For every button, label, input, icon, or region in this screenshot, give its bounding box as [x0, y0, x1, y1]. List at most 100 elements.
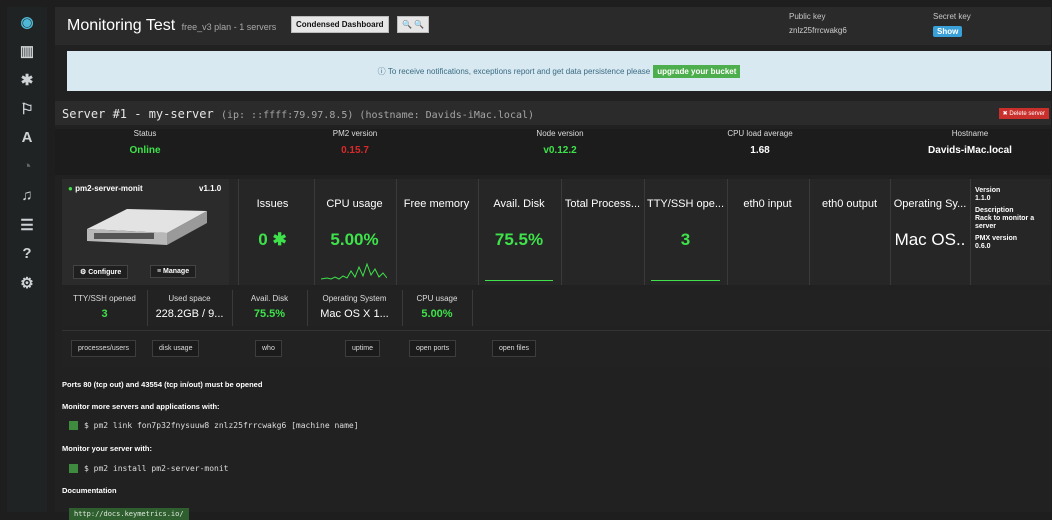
module-box: ● pm2-server-monit v1.1.0 ⚙ Configure ≡ …: [62, 179, 229, 285]
stat-value: 0.15.7: [341, 145, 369, 156]
sidebar: ◉ ▥ ✱ ⚐ A ◔ ♫ ☰ ? ⚙: [7, 7, 47, 512]
secret-key-label: Secret key: [933, 12, 971, 21]
public-key-label: Public key: [789, 12, 826, 21]
metric-avail-disk: Avail. Disk 75.5%: [232, 290, 308, 326]
docs-link[interactable]: http://docs.keymetrics.io/: [69, 508, 189, 520]
list-icon[interactable]: ☰: [7, 210, 47, 239]
module-panel: ● pm2-server-monit v1.1.0 ⚙ Configure ≡ …: [62, 179, 1051, 285]
stat-value: v0.12.2: [543, 145, 577, 156]
manage-label: Manage: [163, 268, 190, 275]
stat-label: Status: [133, 129, 157, 138]
notification-text: To receive notifications, exceptions rep…: [387, 66, 651, 76]
metric-card-avail-disk[interactable]: Avail. Disk 75.5%: [478, 179, 559, 285]
configure-label: Configure: [88, 269, 122, 276]
manage-button[interactable]: ≡ Manage: [150, 265, 197, 278]
metric-card-tty[interactable]: TTY/SSH ope... 3: [644, 179, 726, 285]
card-value: Mac OS..: [894, 230, 966, 249]
who-button[interactable]: who: [255, 340, 282, 357]
copy-icon[interactable]: [69, 421, 78, 430]
metric-value: Mac OS X 1...: [320, 308, 389, 320]
bar-chart-icon[interactable]: ▥: [7, 36, 47, 65]
open-ports-button[interactable]: open ports: [409, 340, 457, 357]
actions-row: processes/users disk usage who uptime op…: [62, 330, 1051, 367]
show-secret-button[interactable]: Show: [933, 26, 963, 37]
metric-label: Operating System: [322, 294, 387, 303]
stat-value: 1.68: [750, 145, 770, 156]
tty-line: [651, 280, 720, 281]
disk-line: [485, 280, 553, 281]
bell-icon[interactable]: ♫: [7, 181, 47, 210]
metric-card-total-process[interactable]: Total Process...: [561, 179, 643, 285]
condensed-dashboard-button[interactable]: Condensed Dashboard: [291, 16, 389, 33]
card-value: 3: [680, 230, 691, 249]
bucket-name: Monitoring Test: [67, 17, 176, 34]
card-label: Total Process...: [564, 198, 641, 210]
font-icon[interactable]: A: [7, 123, 47, 152]
cpu-sparkline: [321, 262, 387, 280]
info-icon: ⓘ: [377, 66, 388, 76]
metric-card-issues[interactable]: Issues 0 ✱: [238, 179, 306, 285]
dashboard-icon[interactable]: ◔: [7, 152, 47, 181]
open-files-button[interactable]: open files: [492, 340, 536, 357]
card-value: 0 ✱: [239, 230, 306, 250]
metric-card-cpu[interactable]: CPU usage 5.00%: [314, 179, 394, 285]
gears-icon[interactable]: ⚙: [7, 268, 47, 297]
link-command-text: $ pm2 link fon7p32fnysuuw8 znlz25frrcwak…: [84, 421, 359, 430]
top-bar: Monitoring Test free_v3 plan - 1 servers…: [55, 7, 1051, 45]
metric-value: 3: [101, 308, 108, 320]
metric-card-eth0-output[interactable]: eth0 output: [809, 179, 889, 285]
notification-banner: ⓘ To receive notifications, exceptions r…: [67, 51, 1051, 91]
card-label: eth0 input: [743, 198, 792, 210]
eye-icon[interactable]: ◉: [7, 7, 47, 36]
server-rack-image: [87, 209, 207, 245]
uptime-button[interactable]: uptime: [345, 340, 381, 357]
help-icon[interactable]: ?: [7, 239, 47, 268]
metric-card-os[interactable]: Operating Sy... Mac OS..: [890, 179, 969, 285]
disk-usage-button[interactable]: disk usage: [152, 340, 200, 357]
server-stats: Status Online PM2 version 0.15.7 Node ve…: [55, 129, 1051, 175]
module-title: ● pm2-server-monit: [68, 184, 143, 193]
info-pmx-label: PMX version: [975, 235, 1018, 242]
stat-label: CPU load average: [727, 129, 793, 138]
metric-label: Used space: [168, 294, 211, 303]
public-key-value: znlz25frrcwakg6: [789, 26, 847, 35]
stat-value: Davids-iMac.local: [928, 145, 1012, 156]
upgrade-button[interactable]: upgrade your bucket: [653, 64, 741, 78]
bug-icon: ✱: [272, 230, 287, 249]
bug-icon[interactable]: ✱: [7, 65, 47, 94]
metric-value: 5.00%: [421, 308, 453, 320]
stat-status: Status Online: [95, 129, 195, 156]
metric-label: Avail. Disk: [250, 294, 289, 303]
plan-subtitle: free_v3 plan - 1 servers: [181, 22, 277, 32]
flag-icon[interactable]: ⚐: [7, 94, 47, 123]
metric-label: TTY/SSH opened: [73, 294, 136, 303]
metric-value: 228.2GB / 9...: [155, 308, 224, 320]
delete-server-label: Delete server: [1009, 111, 1045, 117]
stat-cpu-load: CPU load average 1.68: [705, 129, 815, 156]
card-label: Issues: [256, 198, 289, 210]
processes-users-button[interactable]: processes/users: [71, 340, 136, 357]
zoom-buttons[interactable]: 🔍 🔍: [397, 16, 430, 33]
metrics-row: TTY/SSH opened 3 Used space 228.2GB / 9.…: [62, 290, 1051, 326]
metric-card-free-memory[interactable]: Free memory: [396, 179, 476, 285]
card-label: Avail. Disk: [493, 198, 545, 210]
stat-label: Node version: [536, 129, 584, 138]
delete-server-button[interactable]: ✖ Delete server: [998, 108, 1049, 119]
card-value: 5.00%: [330, 230, 379, 249]
card-label: Free memory: [403, 198, 470, 210]
copy-icon[interactable]: [69, 464, 78, 473]
metric-card-eth0-input[interactable]: eth0 input: [727, 179, 807, 285]
configure-button[interactable]: ⚙ Configure: [73, 265, 129, 279]
metric-used-space: Used space 228.2GB / 9...: [147, 290, 233, 326]
metric-os: Operating System Mac OS X 1...: [307, 290, 403, 326]
monitor-server-heading: Monitor your server with:: [62, 444, 153, 453]
info-desc-label: Description: [975, 207, 1014, 214]
card-label: eth0 output: [821, 198, 878, 210]
documentation-heading: Documentation: [62, 486, 117, 495]
stat-pm2-version: PM2 version 0.15.7: [300, 129, 410, 156]
stat-label: Hostname: [951, 129, 989, 138]
server-header: Server #1 - my-server (ip: ::ffff:79.97.…: [55, 101, 1051, 125]
stat-node-version: Node version v0.12.2: [505, 129, 615, 156]
ports-note: Ports 80 (tcp out) and 43554 (tcp in/out…: [62, 380, 263, 389]
metric-cpu: CPU usage 5.00%: [402, 290, 473, 326]
